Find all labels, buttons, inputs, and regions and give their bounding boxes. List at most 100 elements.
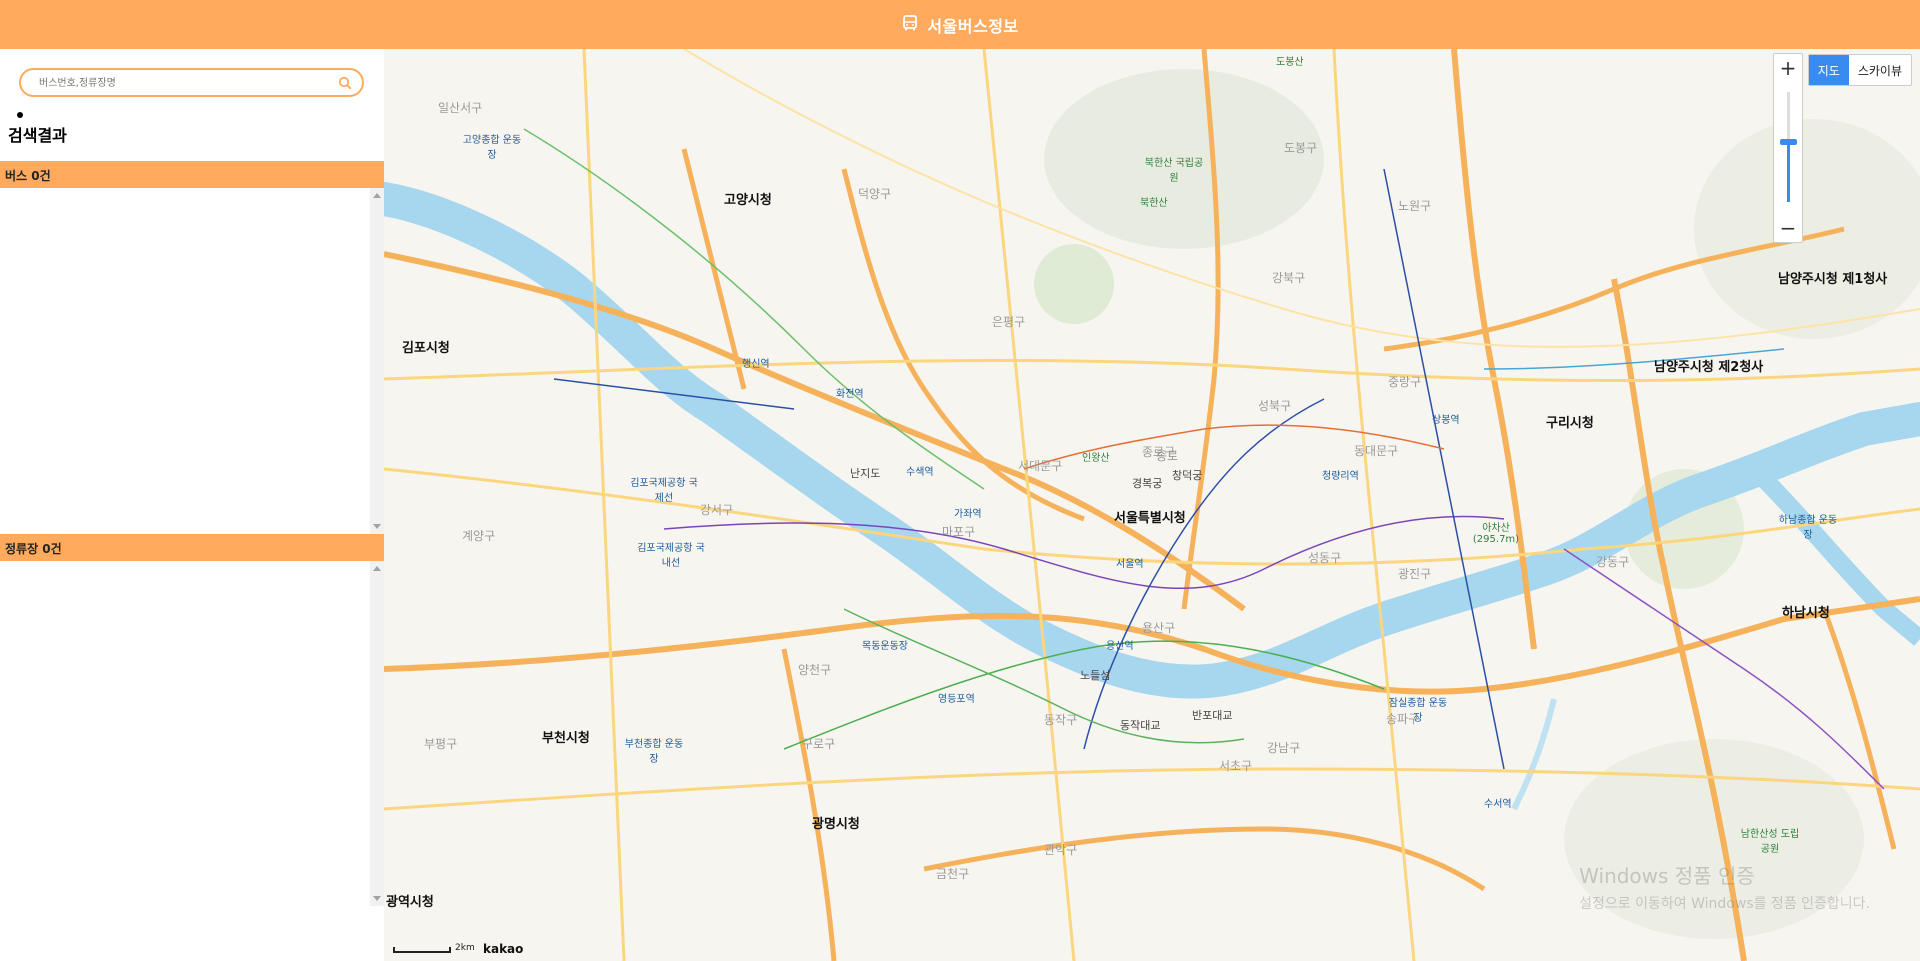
- zoom-slider-fill: [1787, 141, 1790, 202]
- list-bullet: [17, 112, 23, 118]
- map-label-eunpyeong[interactable]: 은평구: [992, 313, 1025, 330]
- scroll-down-arrow-icon[interactable]: [373, 896, 381, 901]
- map-label-jongno-area[interactable]: 종로: [1156, 447, 1178, 464]
- map-label-gajwa-station[interactable]: 가좌역: [954, 505, 982, 520]
- scroll-up-arrow-icon[interactable]: [373, 566, 381, 571]
- map-label-gwanak[interactable]: 관악구: [1044, 841, 1077, 858]
- map-label-nowon[interactable]: 노원구: [1398, 197, 1431, 214]
- map-label-dongjak[interactable]: 동작구: [1044, 711, 1077, 728]
- map-label-gwangmyeong[interactable]: 광명시청: [812, 813, 860, 832]
- map-label-hanam-stadium[interactable]: 하남종합 운동장: [1778, 511, 1838, 541]
- map-label-hwajeon-station[interactable]: 화전역: [836, 385, 864, 400]
- bus-result-list[interactable]: [0, 188, 384, 534]
- map-label-goyang-stadium[interactable]: 고양종합 운동장: [462, 131, 522, 161]
- map-label-seongdong[interactable]: 성동구: [1308, 549, 1341, 566]
- map-label-gangdong[interactable]: 강동구: [1596, 553, 1629, 570]
- app-title: 서울버스정보: [927, 16, 1019, 36]
- map-label-gangseo[interactable]: 강서구: [700, 501, 733, 518]
- stop-list-scrollbar[interactable]: [370, 561, 384, 906]
- map-label-suseo-station[interactable]: 수서역: [1484, 795, 1512, 810]
- zoom-slider-handle[interactable]: [1780, 138, 1797, 145]
- scroll-up-arrow-icon[interactable]: [373, 193, 381, 198]
- map-label-changdeokgung[interactable]: 창덕궁: [1172, 467, 1202, 483]
- map-label-gyeongbokgung[interactable]: 경복궁: [1132, 475, 1162, 491]
- map-label-namyangju1[interactable]: 남양주시청 제1청사: [1778, 268, 1888, 287]
- kakao-logo[interactable]: kakao: [483, 942, 523, 956]
- map-label-guro[interactable]: 구로구: [802, 735, 835, 752]
- watermark-line1: Windows 정품 인증: [1579, 864, 1755, 888]
- map-label-deogyang[interactable]: 덕양구: [858, 185, 891, 202]
- map-scale: 2km: [393, 943, 475, 953]
- map-view[interactable]: 서울특별시청 고양시청 김포시청 부천시청 광명시청 구리시청 하남시청 남양주…: [384, 49, 1920, 961]
- map-label-gangbuk[interactable]: 강북구: [1272, 269, 1305, 286]
- map-label-yongsan[interactable]: 용산구: [1142, 619, 1175, 636]
- zoom-control[interactable]: + −: [1773, 53, 1803, 243]
- map-label-jungnang[interactable]: 중랑구: [1388, 373, 1421, 390]
- map-label-haengsin-station[interactable]: 행신역: [742, 355, 770, 370]
- map-label-seocho[interactable]: 서초구: [1219, 757, 1252, 774]
- map-type-roadmap-button[interactable]: 지도: [1808, 55, 1849, 85]
- map-label-achasan[interactable]: 아차산 (295.7m): [1466, 519, 1526, 545]
- map-label-goyang[interactable]: 고양시청: [724, 189, 772, 208]
- map-label-nanjido[interactable]: 난지도: [850, 465, 880, 481]
- map-label-yeongdeungpo-station[interactable]: 영등포역: [938, 690, 975, 705]
- bus-icon: [901, 14, 919, 36]
- map-label-yangcheon[interactable]: 양천구: [798, 661, 831, 678]
- map-label-susaek-station[interactable]: 수색역: [906, 463, 934, 478]
- sidebar: 검색결과 버스 0건 정류장 0건: [0, 49, 384, 961]
- map-label-ilsanseo[interactable]: 일산서구: [438, 99, 482, 116]
- map-label-namhansanseong[interactable]: 남한산성 도립공원: [1740, 825, 1800, 855]
- stop-result-list[interactable]: [0, 561, 384, 906]
- results-title: 검색결과: [8, 126, 67, 145]
- map-label-hanam[interactable]: 하남시청: [1782, 602, 1830, 621]
- map-type-control[interactable]: 지도 스카이뷰: [1807, 54, 1912, 86]
- map-label-seoul-cityhall[interactable]: 서울특별시청: [1114, 507, 1186, 526]
- map-label-namyangju2[interactable]: 남양주시청 제2청사: [1654, 356, 1764, 375]
- map-label-seodaemun[interactable]: 서대문구: [1018, 457, 1062, 474]
- map-label-seoul-station[interactable]: 서울역: [1116, 555, 1144, 570]
- bus-section-header: 버스 0건: [0, 161, 384, 188]
- map-label-gimpo[interactable]: 김포시청: [402, 337, 450, 356]
- map-label-gimpo-airport-intl[interactable]: 김포국제공항 국제선: [629, 474, 699, 504]
- map-label-dongjak-bridge[interactable]: 동작대교: [1120, 717, 1160, 733]
- map-label-geumcheon[interactable]: 금천구: [936, 865, 969, 882]
- app-header: 서울버스정보: [0, 0, 1920, 49]
- map-label-sangbong-station[interactable]: 상봉역: [1432, 411, 1460, 426]
- map-label-dongdaemun[interactable]: 동대문구: [1354, 442, 1398, 459]
- map-label-seongbuk[interactable]: 성북구: [1258, 397, 1291, 414]
- bus-list-scrollbar[interactable]: [370, 188, 384, 534]
- map-label-bukhansan-park[interactable]: 북한산 국립공원: [1144, 154, 1204, 184]
- map-label-songpa[interactable]: 송파구: [1386, 710, 1419, 727]
- map-label-mokdong-stadium[interactable]: 목동운동장: [862, 637, 908, 652]
- search-icon[interactable]: [338, 75, 354, 91]
- map-label-dobongsan[interactable]: 도봉산: [1276, 53, 1304, 68]
- map-label-bucheon-stadium[interactable]: 부천종합 운동장: [624, 735, 684, 765]
- map-label-bukhansan[interactable]: 북한산: [1140, 194, 1168, 209]
- map-type-skyview-button[interactable]: 스카이뷰: [1849, 55, 1911, 85]
- map-label-dobong[interactable]: 도봉구: [1284, 139, 1317, 156]
- map-base: [384, 49, 1920, 961]
- zoom-out-button[interactable]: −: [1774, 214, 1802, 242]
- zoom-in-button[interactable]: +: [1774, 54, 1802, 82]
- search-input[interactable]: [39, 74, 329, 92]
- map-label-gwangyeok[interactable]: 광역시청: [386, 891, 434, 910]
- map-label-bupyeong[interactable]: 부평구: [424, 735, 457, 752]
- map-label-cheongnyangni-station[interactable]: 청량리역: [1322, 467, 1359, 482]
- map-label-inwangsan[interactable]: 인왕산: [1082, 449, 1110, 464]
- map-label-yongsan-station[interactable]: 용산역: [1106, 637, 1134, 652]
- scale-bar: [393, 947, 451, 953]
- scroll-down-arrow-icon[interactable]: [373, 524, 381, 529]
- map-label-banpo-bridge[interactable]: 반포대교: [1192, 707, 1232, 723]
- scale-label: 2km: [455, 943, 475, 953]
- map-label-nodeul[interactable]: 노들섬: [1080, 667, 1110, 683]
- map-label-gimpo-airport-domestic[interactable]: 김포국제공항 국내선: [636, 539, 706, 569]
- windows-activation-watermark: Windows 정품 인증 설정으로 이동하여 Windows를 정품 인증합니…: [1579, 860, 1870, 913]
- map-label-guri[interactable]: 구리시청: [1546, 412, 1594, 431]
- map-label-mapo[interactable]: 마포구: [942, 523, 975, 540]
- map-label-gangnam[interactable]: 강남구: [1267, 739, 1300, 756]
- map-label-bucheon[interactable]: 부천시청: [542, 727, 590, 746]
- stop-section-header: 정류장 0건: [0, 534, 384, 561]
- map-label-gwangjin[interactable]: 광진구: [1398, 565, 1431, 582]
- search-box[interactable]: [19, 68, 364, 97]
- map-label-gyeyang[interactable]: 계양구: [462, 527, 495, 544]
